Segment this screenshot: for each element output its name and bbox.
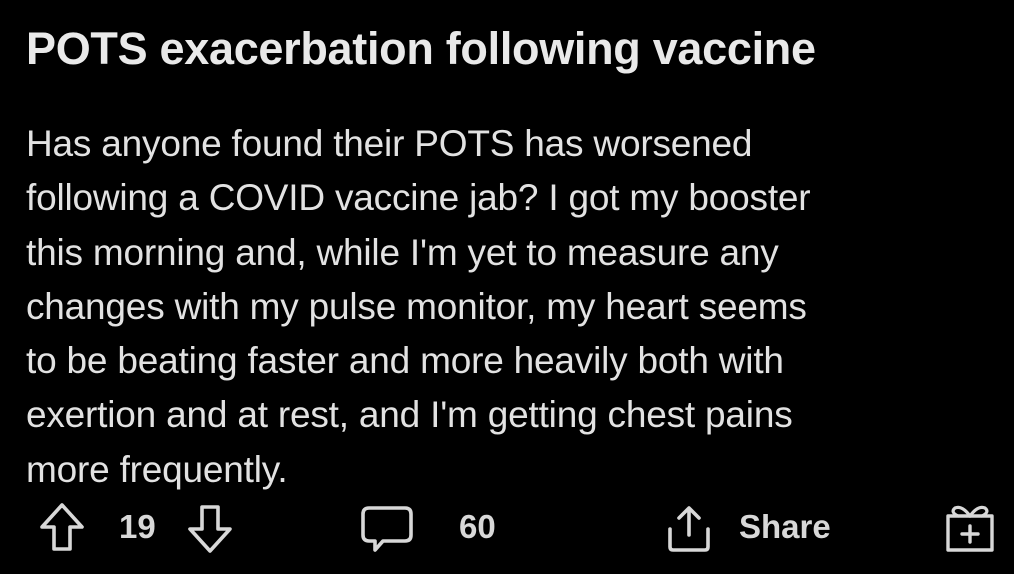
comments-button[interactable] — [359, 504, 415, 556]
comment-count: 60 — [459, 508, 496, 545]
award-button[interactable] — [942, 503, 998, 555]
post-body-line: following a COVID vaccine jab? I got my … — [26, 177, 811, 219]
post-body-line: to be beating faster and more heavily bo… — [26, 340, 784, 382]
arrow-down-icon — [188, 505, 232, 553]
post-body-line: exertion and at rest, and I'm getting ch… — [26, 394, 793, 436]
speech-bubble-icon — [361, 506, 413, 552]
post-body-line: more frequently. — [26, 448, 288, 490]
share-button[interactable]: Share — [739, 507, 831, 547]
share-upload-icon[interactable] — [664, 503, 714, 555]
post-title[interactable]: POTS exacerbation following vaccine — [26, 22, 816, 76]
post-body-line: changes with my pulse monitor, my heart … — [26, 285, 807, 327]
downvote-button[interactable] — [186, 502, 234, 554]
post-body-line: this morning and, while I'm yet to measu… — [26, 231, 779, 273]
post-body-line: Has anyone found their POTS has worsened — [26, 123, 753, 164]
post-action-bar: 19 60 Share — [0, 498, 1014, 560]
post-body: Has anyone found their POTS has worsened… — [26, 117, 1001, 497]
post-card: POTS exacerbation following vaccine Has … — [0, 0, 1014, 574]
vote-count: 19 — [119, 508, 156, 545]
upvote-button[interactable] — [38, 502, 86, 554]
arrow-up-icon — [40, 503, 84, 551]
gift-box-icon — [946, 505, 994, 552]
